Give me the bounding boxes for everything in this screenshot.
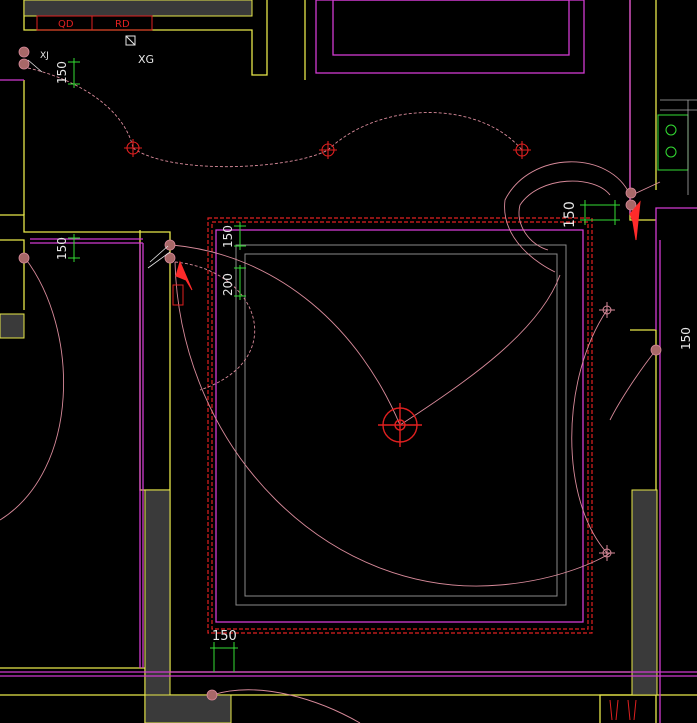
column-top-left — [23, 0, 253, 17]
switch-dot-icon — [206, 689, 218, 701]
dimension-d3: 150 — [221, 225, 235, 248]
dimension-mark-d6 — [210, 642, 238, 672]
green-panel — [657, 114, 689, 171]
top-room-outer — [315, 0, 585, 74]
switch-dot-icon — [625, 187, 637, 199]
tag-xg: XG — [138, 53, 154, 66]
dimension-d2: 150 — [55, 237, 69, 260]
switch-dot-icon — [164, 239, 176, 251]
dimension-d1: 150 — [55, 61, 69, 84]
top-room-inner — [332, 0, 570, 56]
switch-dot-icon — [650, 344, 662, 356]
ceiling-light-icon — [513, 141, 531, 159]
wall-bottom-right — [599, 694, 657, 723]
wire-xj-to-light1 — [27, 67, 134, 149]
bottom-right-marks — [609, 699, 637, 721]
wire-main-big-arc — [174, 261, 611, 587]
dimension-d7: 150 — [679, 327, 693, 350]
xg-slash — [125, 35, 136, 46]
wiring — [0, 67, 661, 723]
socket-icon — [599, 302, 615, 318]
wire-right-edge — [609, 349, 657, 421]
wall-right-top — [629, 0, 656, 221]
dimension-d6: 150 — [212, 629, 237, 644]
wall-left-stub — [0, 239, 25, 310]
right-edge-details — [657, 114, 689, 171]
green-knob-icon — [665, 124, 677, 136]
dimension-mark-d3 — [234, 222, 246, 250]
ceiling-light-icon — [124, 139, 142, 157]
switch-dot-icon — [18, 46, 30, 58]
column-left-stub — [0, 313, 25, 339]
top-left-tags: QD RD XG XJ — [36, 15, 154, 66]
switches — [18, 46, 662, 701]
right-edge-gray — [660, 99, 697, 195]
floor-plan-canvas: QD RD XG XJ 150 150 150 200 150 150 150 — [0, 0, 697, 723]
right-mag-room — [655, 207, 697, 330]
switch-dot-icon — [18, 252, 30, 264]
dimension-mark-d5 — [580, 200, 620, 225]
socket-arrow-icon — [175, 260, 193, 291]
socket-marks — [599, 302, 615, 561]
switch-dot-icon — [18, 58, 30, 70]
columns-gray — [0, 0, 658, 723]
wire-right-sockets — [571, 309, 608, 554]
green-knob-icon — [665, 146, 677, 158]
ceiling-light-icon — [319, 141, 337, 159]
dimension-d4: 200 — [221, 273, 235, 296]
wall-bottom-mid — [169, 490, 630, 673]
column-right-bottom — [631, 489, 658, 696]
wire-left-room-arc — [0, 257, 64, 521]
tag-xj: XJ — [40, 51, 49, 61]
ceiling-lights — [124, 139, 531, 159]
wall-left-pillar — [139, 230, 170, 491]
dimension-mark-d1 — [68, 58, 80, 88]
main-light-icon — [378, 403, 422, 447]
wall-right-mid — [630, 329, 657, 490]
dimension-d5: 150 — [562, 201, 578, 228]
tag-rd: RD — [115, 19, 130, 30]
wire-main-to-right — [399, 274, 561, 426]
column-left-bottom — [144, 489, 171, 696]
column-bottom-foot — [144, 694, 232, 723]
wire-light1-to-light2 — [132, 147, 329, 168]
dimension-mark-d2 — [68, 234, 80, 262]
wire-light2-to-light3 — [327, 112, 523, 151]
tag-qd: QD — [58, 19, 74, 30]
